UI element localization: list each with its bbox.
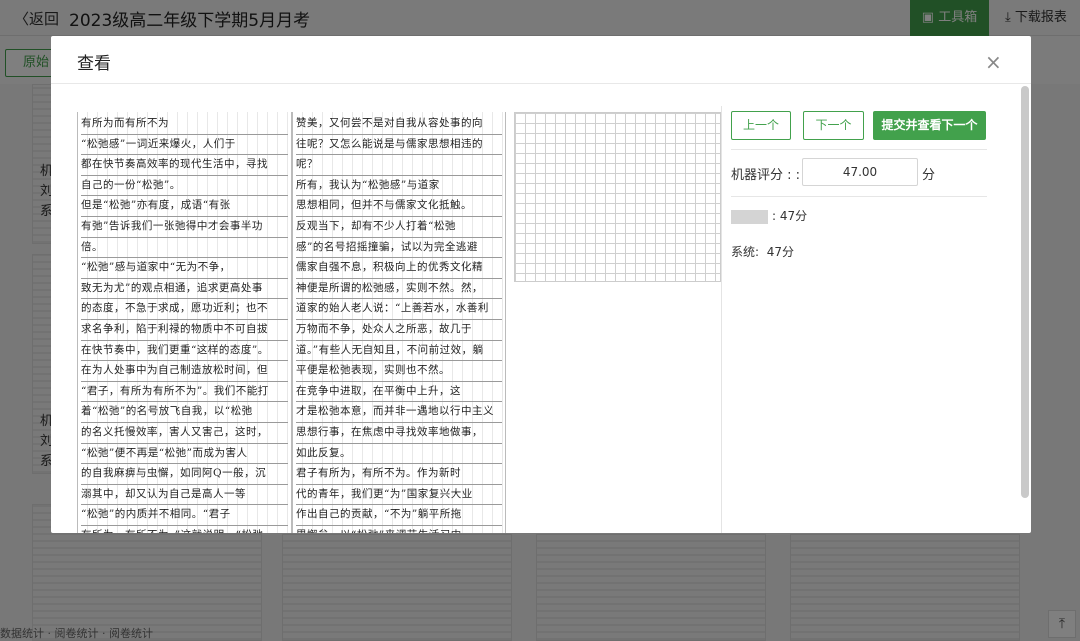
submit-and-next-button[interactable]: 提交并查看下一个 [873, 111, 986, 140]
modal-title: 查看 [77, 54, 111, 74]
essay-line: “松弛”感与道家中“无为不争， [81, 258, 288, 279]
divider [731, 196, 987, 197]
essay-line: 溺其中，却又认为自己是高人一等 [81, 485, 288, 506]
essay-line: 在竞争中进取，在平衡中上升，这 [296, 382, 502, 403]
essay-line: 万物而不争，处众人之所恶，故几于 [296, 320, 502, 341]
essay-line: 如此反复。 [296, 444, 502, 465]
handwritten-essay-page-1: 有所为而有所不为 “松弛感”一词近来爆火，人们于 都在快节奏高效率的现代生活中，寻找… [78, 112, 291, 533]
essay-line: 倍。 [81, 238, 288, 259]
essay-line: 所有，我认为“松弛感”与道家 [296, 176, 502, 197]
system-score: 系统: 47分 [731, 243, 794, 260]
essay-line: 在快节奏中，我们更重“这样的态度”。 [81, 341, 288, 362]
essay-line: 往呢？又怎么能说是与儒家思想相违的 [296, 135, 502, 156]
essay-line: 思想行事，在焦虑中寻找效率地做事， [296, 423, 502, 444]
essay-line: 有弛”告诉我们一张弛得中才会事半功 [81, 217, 288, 238]
view-modal: 查看 × 有所为而有所不为 “松弛感”一词近来爆火，人们于 都在快节奏高效率的现代生… [51, 36, 1031, 533]
essay-line: 道家的始人老人说：“上善若水，水善利 [296, 299, 502, 320]
close-icon[interactable]: × [985, 50, 1002, 74]
previous-button[interactable]: 上一个 [731, 111, 791, 140]
essay-line: 致无为尤”的观点相通，追求更高处事 [81, 279, 288, 300]
essay-line: 的名义托慢效率，害人又害己，这时， [81, 423, 288, 444]
essay-line: “君子，有所为有所不为”。我们不能打 [81, 382, 288, 403]
essay-line: 求名争利，陷于利禄的物质中不可自拔 [81, 320, 288, 341]
essay-line: 平便是松弛表现，实则也不然。 [296, 361, 502, 382]
system-score-value: 47分 [766, 245, 794, 259]
machine-score-label: 机器评分 : : [731, 168, 801, 183]
essay-line: 的态度，不急于求成，愿功近利；也不 [81, 299, 288, 320]
answer-sheet-blank-grid [514, 112, 721, 282]
score-unit: 分 [922, 168, 936, 183]
essay-line: 呢？ [296, 155, 502, 176]
modal-header: 查看 × [51, 36, 1031, 84]
essay-line: “松弛”的内质并不相同。“君子 [81, 505, 288, 526]
essay-line: 才是松弛本意，而并非一遇地以行中主义 [296, 402, 502, 423]
teacher-score: : 47分 [731, 207, 807, 224]
essay-line: “松弛”便不再是“松弛”而成为害人 [81, 444, 288, 465]
answer-sheet-page-2: 赞美，又何尝不是对自我从容处事的向 往呢？又怎么能说是与儒家思想相违的 呢？ 所有，我… [292, 112, 506, 533]
answer-sheet-page-1: 有所为而有所不为 “松弛感”一词近来爆火，人们于 都在快节奏高效率的现代生活中，寻找… [77, 112, 292, 533]
essay-line: 的自我麻痹与虫懈，如同阿Q一般，沉 [81, 464, 288, 485]
essay-line: 感”的名号招摇撞骗，试以为完全逃避 [296, 238, 502, 259]
essay-line: 君子有所为，有所不为。作为新时 [296, 464, 502, 485]
essay-line: 思想相同，但并不与儒家文化抵触。 [296, 196, 502, 217]
essay-line: 道。”有些人无自知且，不问前过效，躺 [296, 341, 502, 362]
system-label: 系统: [731, 245, 760, 259]
essay-line: 有所为而有所不为 [81, 114, 288, 135]
essay-line: “松弛感”一词近来爆火，人们于 [81, 135, 288, 156]
panel-divider [721, 106, 722, 533]
teacher-score-value: 47分 [779, 209, 808, 223]
handwritten-essay-page-2: 赞美，又何尝不是对自我从容处事的向 往呢？又怎么能说是与儒家思想相违的 呢？ 所有，我… [293, 112, 505, 533]
machine-score-input[interactable] [802, 158, 918, 186]
essay-line: 自己的一份“松弛”。 [81, 176, 288, 197]
essay-line: 有所为，有所不为。”这就说明，“松弛 [81, 526, 288, 533]
essay-line: 但是“松弛”亦有度，成语“有张 [81, 196, 288, 217]
essay-line: 神便是所谓的松弛感，实则不然。然， [296, 279, 502, 300]
essay-line: 儒家自强不息，积极向上的优秀文化精 [296, 258, 502, 279]
divider [731, 149, 987, 150]
essay-line: 作出自己的贡献，“不为”躺平所拖 [296, 505, 502, 526]
essay-line: 代的青年，我们更“为”国家复兴大业 [296, 485, 502, 506]
essay-line: 反观当下，却有不少人打着“松弛 [296, 217, 502, 238]
essay-line: 着“松弛”的名号放飞自我，以“松弛 [81, 402, 288, 423]
essay-line: 累懈怠。以“松弛”来调节生活习中 [296, 526, 502, 533]
essay-line: 都在快节奏高效率的现代生活中，寻找 [81, 155, 288, 176]
modal-scrollbar[interactable] [1021, 86, 1029, 498]
redacted-name [731, 209, 768, 224]
essay-line: 在为人处事中为自己制造放松时间，但 [81, 361, 288, 382]
next-button[interactable]: 下一个 [803, 111, 864, 140]
essay-line: 赞美，又何尝不是对自我从容处事的向 [296, 114, 502, 135]
